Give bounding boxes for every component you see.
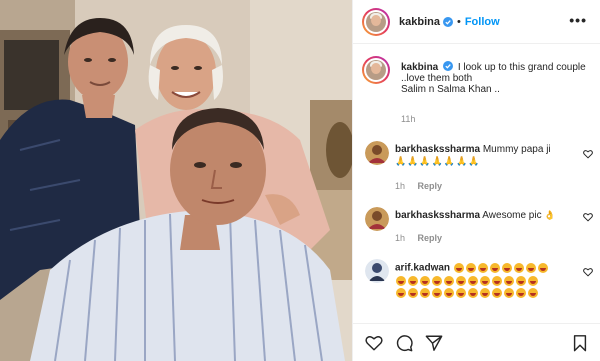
follow-button[interactable]: Follow bbox=[465, 16, 500, 28]
share-icon[interactable] bbox=[425, 334, 443, 352]
verified-badge-icon bbox=[443, 61, 454, 71]
comment-meta: 1h Reply bbox=[395, 233, 442, 243]
comment-item: barkhaskssharma Mummy papa ji 🙏🙏🙏🙏🙏🙏🙏 1h… bbox=[365, 141, 593, 191]
comment-text: barkhaskssharma Awesome pic 👌 bbox=[395, 210, 563, 222]
commenter-avatar[interactable] bbox=[365, 207, 389, 231]
separator-dot: • bbox=[456, 15, 461, 28]
post-photo-illustration bbox=[0, 0, 352, 361]
reply-button[interactable]: Reply bbox=[418, 233, 443, 243]
heart-icon[interactable] bbox=[583, 267, 593, 277]
post-photo[interactable] bbox=[0, 0, 352, 361]
instagram-post: kakbina • Follow ••• kakbina I look up t… bbox=[0, 0, 600, 361]
caption-line-3: Salim n Salma Khan .. bbox=[401, 84, 500, 95]
comment-username[interactable]: barkhaskssharma bbox=[395, 210, 480, 221]
caption-username[interactable]: kakbina bbox=[401, 62, 438, 73]
heart-icon[interactable] bbox=[365, 334, 383, 352]
comment-icon[interactable] bbox=[395, 334, 413, 352]
bookmark-icon[interactable] bbox=[571, 334, 589, 352]
commenter-avatar[interactable] bbox=[365, 141, 389, 165]
post-side-panel: kakbina • Follow ••• kakbina I look up t… bbox=[352, 0, 600, 361]
post-actions-bar bbox=[353, 323, 600, 361]
comment-item: barkhaskssharma Awesome pic 👌 1h Reply bbox=[365, 207, 593, 247]
comment-timestamp: 1h bbox=[395, 181, 406, 191]
comment-body: Awesome pic bbox=[482, 210, 542, 221]
comment-meta: 1h Reply bbox=[395, 181, 442, 191]
comment-emoji: 🙏🙏🙏🙏🙏🙏🙏 bbox=[395, 157, 481, 167]
caption-line-2: ..love them both bbox=[401, 73, 473, 84]
caption-timestamp[interactable]: 11h bbox=[401, 114, 415, 124]
comment-text: barkhaskssharma Mummy papa ji 🙏🙏🙏🙏🙏🙏🙏 bbox=[395, 144, 563, 168]
comment-item: arif.kadwan 😂😂😂😂😂😂😂😂😂😂😂😂😂😂😂😂😂😂😂😂😂😂😂😂😂😂😂 bbox=[365, 259, 593, 319]
comment-timestamp: 1h bbox=[395, 233, 406, 243]
heart-icon[interactable] bbox=[583, 149, 593, 159]
heart-icon[interactable] bbox=[583, 212, 593, 222]
caption-avatar[interactable] bbox=[362, 56, 390, 84]
author-avatar[interactable] bbox=[362, 7, 390, 36]
commenter-avatar[interactable] bbox=[365, 259, 389, 283]
author-username[interactable]: kakbina bbox=[399, 16, 440, 28]
caption-line-1: I look up to this grand couple bbox=[457, 62, 586, 73]
reply-button[interactable]: Reply bbox=[418, 181, 443, 191]
verified-badge-icon bbox=[442, 16, 453, 27]
comment-emoji: 👌 bbox=[544, 211, 557, 221]
comment-username[interactable]: barkhaskssharma bbox=[395, 144, 480, 155]
comment-username[interactable]: arif.kadwan bbox=[395, 263, 450, 274]
more-options-icon[interactable]: ••• bbox=[569, 13, 587, 27]
post-header: kakbina • Follow ••• bbox=[353, 0, 600, 44]
comment-text: arif.kadwan 😂😂😂😂😂😂😂😂😂😂😂😂😂😂😂😂😂😂😂😂😂😂😂😂😂😂😂 bbox=[395, 262, 555, 300]
caption-text: kakbina I look up to this grand couple .… bbox=[401, 61, 591, 95]
comment-body: Mummy papa ji bbox=[482, 144, 551, 155]
